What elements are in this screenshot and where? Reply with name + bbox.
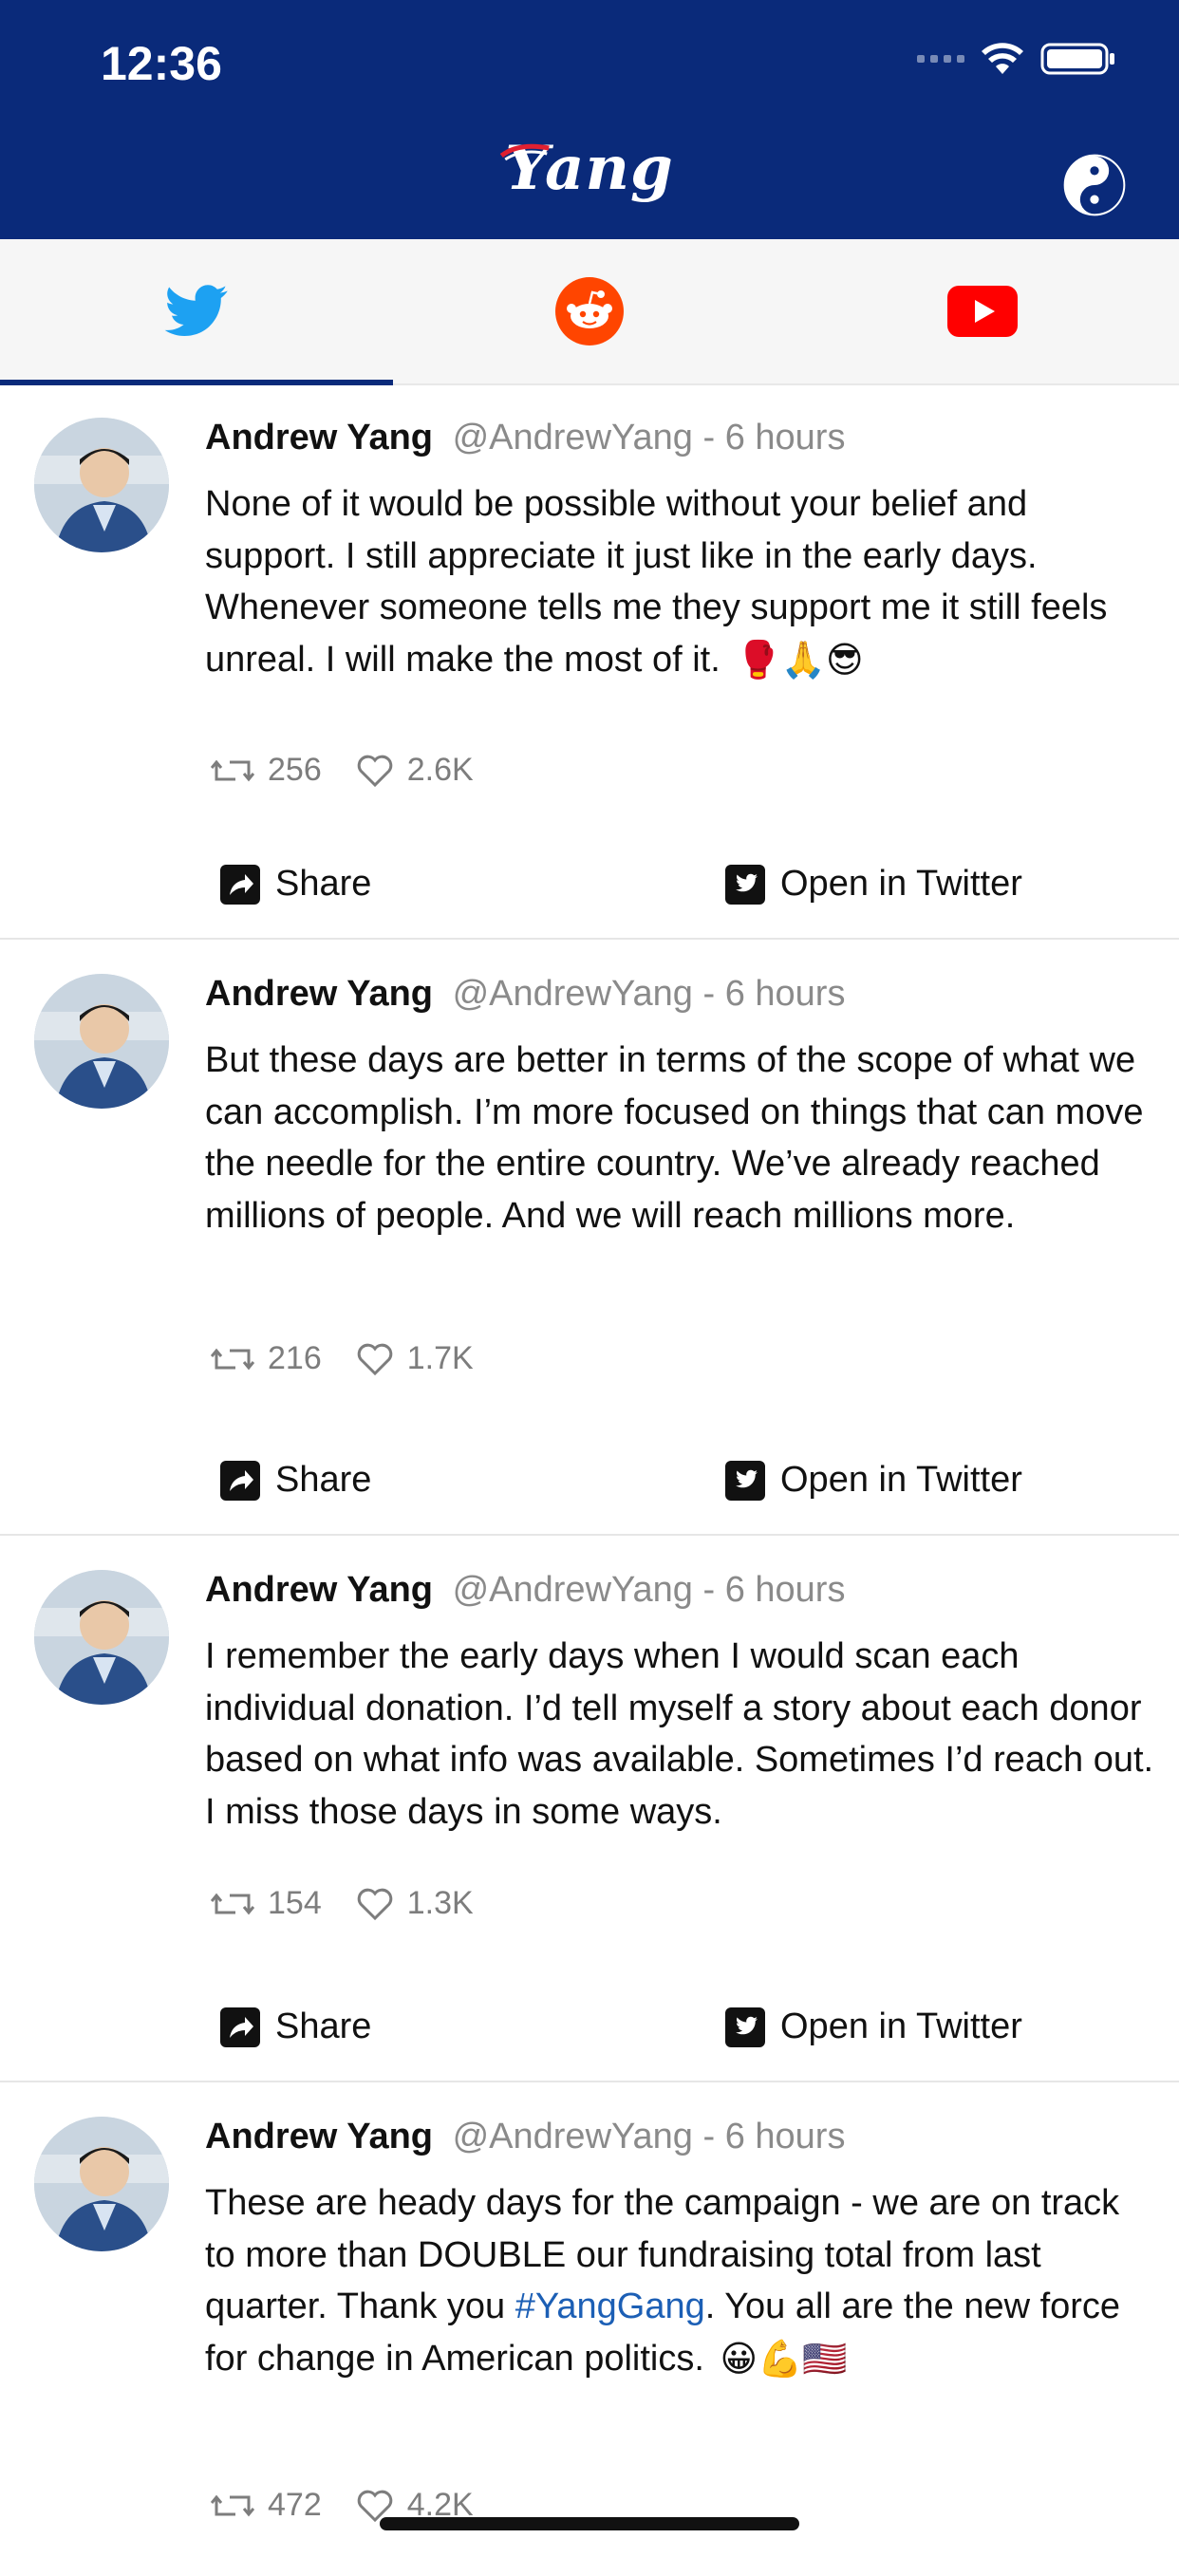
retweet-icon [211,1893,254,1914]
reddit-icon [555,277,624,345]
author-meta: @AndrewYang - 6 hours [452,2117,846,2156]
tweet-card[interactable]: Andrew Yang @AndrewYang - 6 hours These … [0,2082,1179,2576]
battery-icon [1040,43,1114,75]
retweet-count: 472 [211,2487,322,2524]
avatar [34,418,169,552]
cellular-signal-icon [917,55,964,63]
source-tab-bar [0,239,1179,385]
author-name[interactable]: Andrew Yang [205,1570,433,1610]
heart-icon [357,755,392,787]
yin-yang-icon[interactable] [1063,154,1126,216]
tweet-header: Andrew Yang @AndrewYang - 6 hours [205,418,845,458]
tweet-actions: Share Open in Twitter [0,1450,1179,1526]
tweet-text: None of it would be possible without you… [205,478,1154,687]
share-label: Share [275,1460,372,1500]
retweet-icon [211,1348,254,1370]
logo-swoosh-icon [499,143,550,161]
tweet-stats: 256 2.6K [211,752,508,789]
avatar [34,1570,169,1705]
tweet-body: None of it would be possible without you… [205,484,1108,680]
tweet-card[interactable]: Andrew Yang @AndrewYang - 6 hours None o… [0,383,1179,940]
status-icons [917,42,1116,76]
app-header: 12:36 Yang [0,0,1179,239]
retweet-count: 256 [211,752,322,789]
twitter-icon [164,285,228,337]
author-name[interactable]: Andrew Yang [205,2117,433,2156]
yang-logo: Yang [499,133,673,204]
like-count: 1.3K [356,1885,474,1922]
retweet-value: 256 [268,752,322,788]
tweet-feed[interactable]: Andrew Yang @AndrewYang - 6 hours None o… [0,383,1179,2576]
share-icon [220,1460,260,1501]
tweet-body: I remember the early days when I would s… [205,1636,1154,1832]
open-in-twitter-label: Open in Twitter [780,1460,1022,1500]
tab-reddit[interactable] [393,239,786,383]
tweet-card[interactable]: Andrew Yang @AndrewYang - 6 hours I reme… [0,1536,1179,2082]
share-label: Share [275,864,372,904]
twitter-square-icon [725,1460,765,1501]
author-name[interactable]: Andrew Yang [205,418,433,457]
tweet-stats: 216 1.7K [211,1340,508,1377]
retweet-value: 216 [268,1340,322,1376]
like-value: 1.7K [406,1340,474,1376]
hashtag-link[interactable]: #YangGang [515,2287,705,2326]
tweet-card[interactable]: Andrew Yang @AndrewYang - 6 hours But th… [0,940,1179,1536]
retweet-count: 216 [211,1340,322,1377]
tweet-header: Andrew Yang @AndrewYang - 6 hours [205,2117,845,2157]
share-button[interactable]: Share [220,2007,371,2047]
tab-twitter[interactable] [0,239,393,385]
tab-youtube[interactable] [786,239,1179,383]
tweet-text: I remember the early days when I would s… [205,1631,1154,1838]
wifi-icon [982,43,1023,74]
tweet-body: But these days are better in terms of th… [205,1040,1144,1236]
heart-icon [357,1888,392,1920]
share-icon [220,2007,260,2047]
avatar [34,974,169,1109]
tweet-actions: Share Open in Twitter [0,1997,1179,2073]
tweet-text: These are heady days for the campaign - … [205,2177,1154,2386]
retweet-value: 472 [268,2487,322,2523]
share-button[interactable]: Share [220,864,371,905]
share-label: Share [275,2007,372,2046]
open-in-twitter-button[interactable]: Open in Twitter [725,1460,1022,1501]
retweet-icon [211,2494,254,2516]
author-meta: @AndrewYang - 6 hours [452,1570,846,1610]
tweet-stats: 154 1.3K [211,1885,508,1922]
open-in-twitter-label: Open in Twitter [780,864,1022,904]
tweet-text: But these days are better in terms of th… [205,1035,1154,1241]
youtube-icon [947,286,1018,337]
like-count: 1.7K [356,1340,474,1377]
tweet-emojis: 🥊🙏😎 [736,641,864,681]
like-value: 2.6K [406,752,474,788]
tweet-actions: Share Open in Twitter [0,854,1179,930]
tweet-emojis: 😀💪🇺🇸 [720,2340,848,2380]
home-indicator[interactable] [380,2517,799,2530]
twitter-square-icon [725,864,765,905]
twitter-square-icon [725,2007,765,2047]
retweet-count: 154 [211,1885,322,1922]
status-time: 12:36 [101,37,222,90]
author-meta: @AndrewYang - 6 hours [452,974,846,1014]
author-meta: @AndrewYang - 6 hours [452,418,846,457]
author-name[interactable]: Andrew Yang [205,974,433,1014]
retweet-icon [211,759,254,781]
retweet-value: 154 [268,1885,322,1921]
open-in-twitter-button[interactable]: Open in Twitter [725,864,1022,905]
share-icon [220,864,260,905]
heart-icon [357,1343,392,1375]
tweet-header: Andrew Yang @AndrewYang - 6 hours [205,1570,845,1611]
share-button[interactable]: Share [220,1460,371,1501]
like-value: 1.3K [406,1885,474,1921]
like-count: 2.6K [356,752,474,789]
avatar [34,2117,169,2251]
tweet-header: Andrew Yang @AndrewYang - 6 hours [205,974,845,1015]
open-in-twitter-label: Open in Twitter [780,2007,1022,2046]
open-in-twitter-button[interactable]: Open in Twitter [725,2007,1022,2047]
